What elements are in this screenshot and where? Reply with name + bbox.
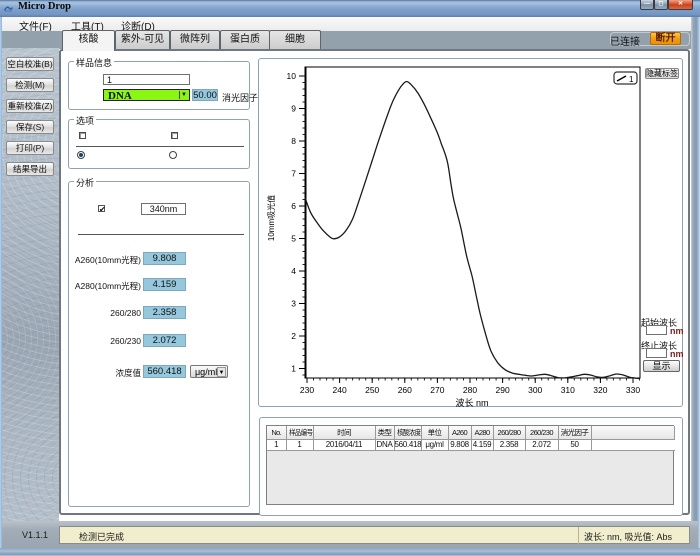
svg-text:310: 310: [561, 385, 575, 395]
svg-text:290: 290: [496, 385, 510, 395]
svg-text:1: 1: [629, 75, 634, 84]
svg-text:8: 8: [291, 136, 296, 146]
svg-text:280: 280: [463, 385, 477, 395]
svg-text:6: 6: [291, 201, 296, 211]
svg-text:波长 nm: 波长 nm: [455, 397, 488, 407]
svg-text:1: 1: [291, 364, 296, 374]
svg-text:230: 230: [300, 385, 314, 395]
svg-text:330: 330: [626, 385, 640, 395]
svg-text:320: 320: [593, 385, 607, 395]
svg-text:260: 260: [398, 385, 412, 395]
svg-text:300: 300: [528, 385, 542, 395]
svg-text:250: 250: [365, 385, 379, 395]
svg-text:9: 9: [291, 104, 296, 114]
svg-text:7: 7: [291, 169, 296, 179]
svg-text:10mm吸光值: 10mm吸光值: [266, 195, 276, 241]
svg-text:240: 240: [333, 385, 347, 395]
svg-text:5: 5: [291, 234, 296, 244]
svg-text:4: 4: [291, 266, 296, 276]
svg-text:3: 3: [291, 299, 296, 309]
svg-text:2: 2: [291, 331, 296, 341]
svg-text:270: 270: [430, 385, 444, 395]
svg-text:10: 10: [287, 71, 297, 81]
